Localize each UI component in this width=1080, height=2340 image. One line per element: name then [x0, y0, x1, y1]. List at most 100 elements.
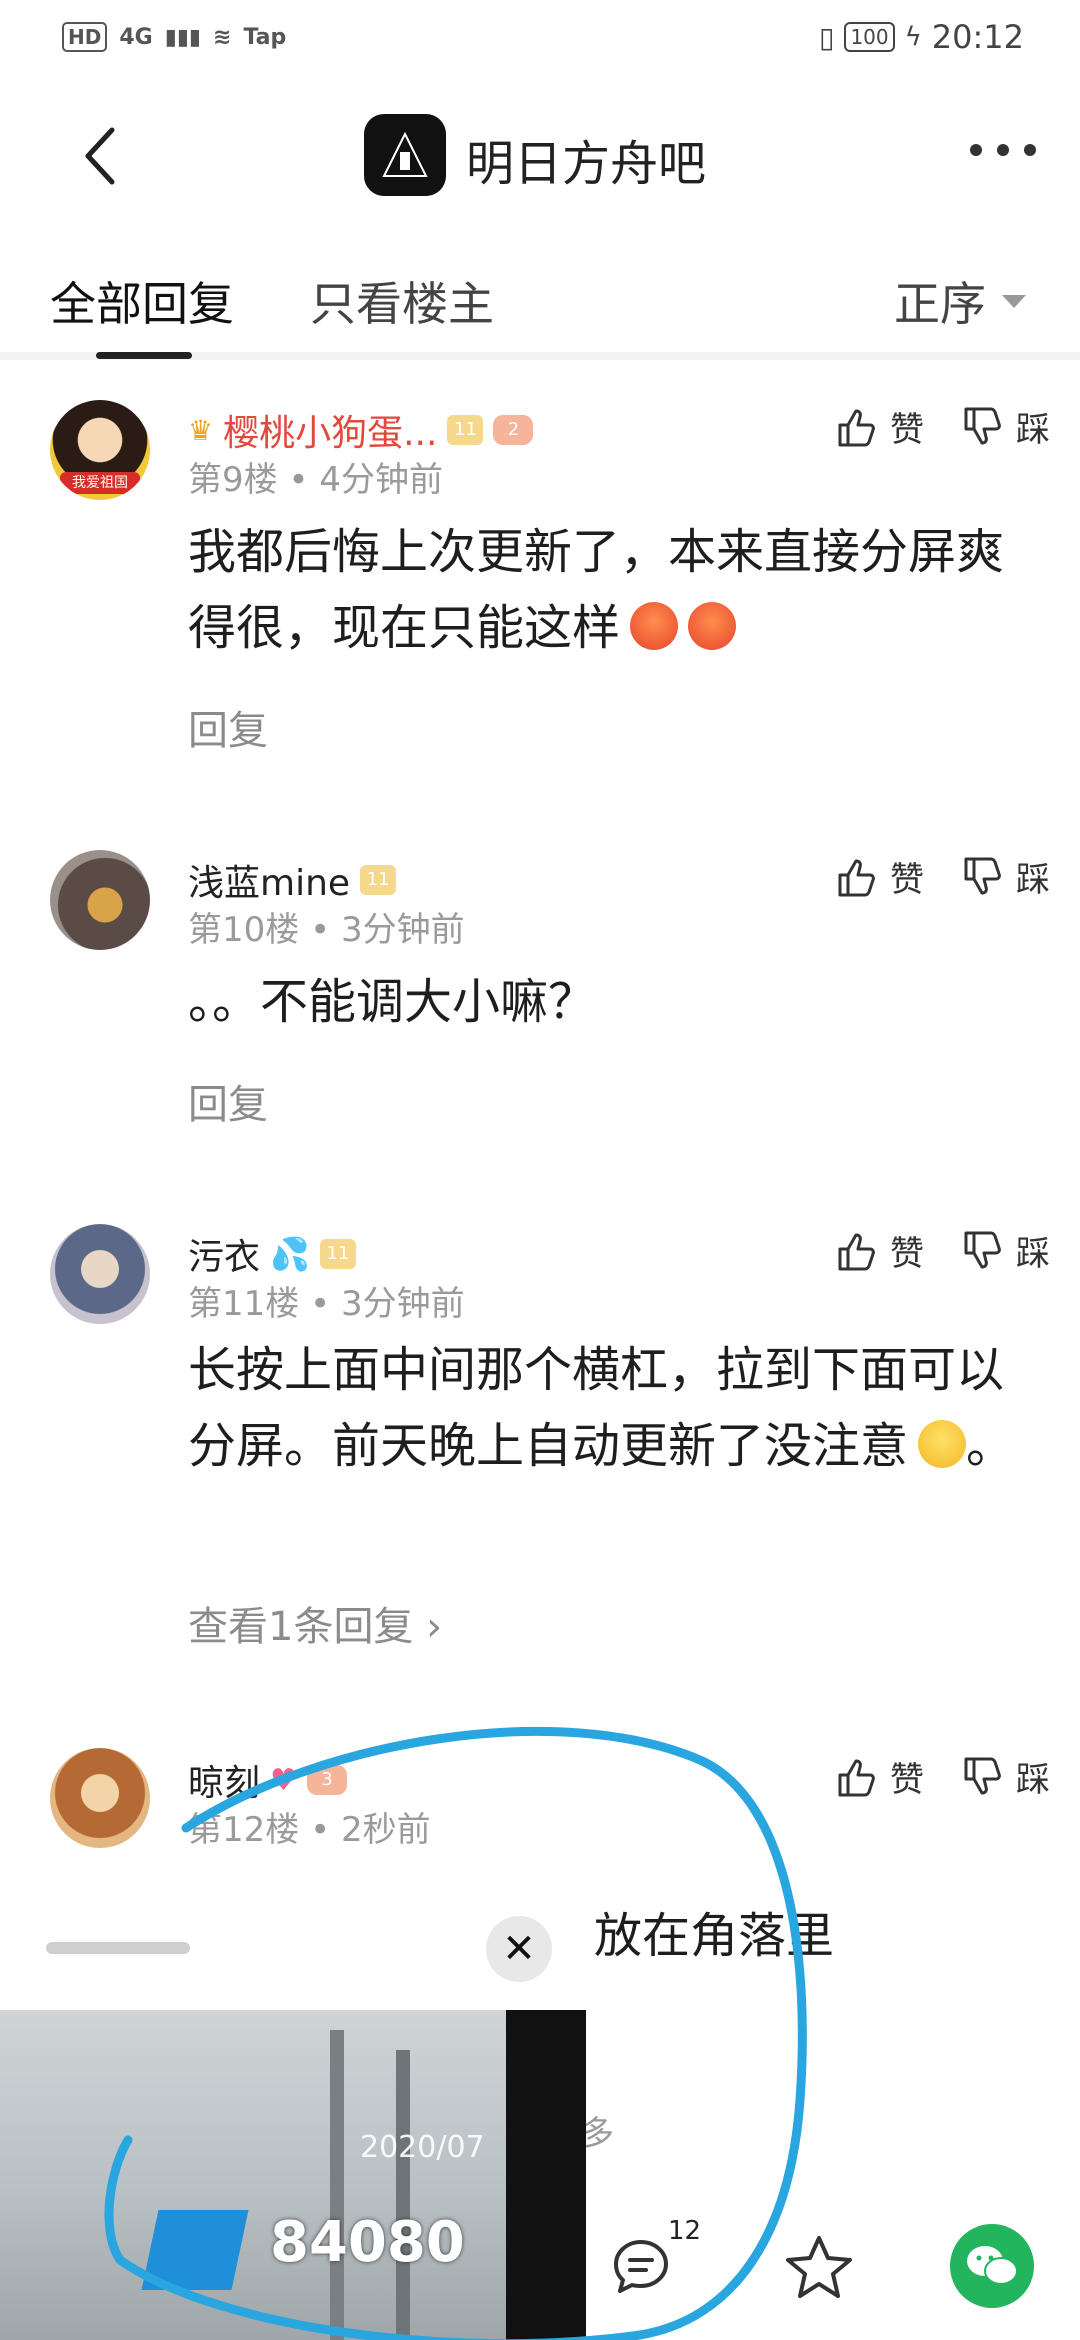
floor-number: 第9楼	[188, 460, 278, 500]
thumbs-down-icon	[964, 1757, 1001, 1794]
rank-badge: 2	[493, 415, 534, 445]
comment-text: 长按上面中间那个横杠，拉到下面可以分屏。前天晚上自动更新了没注意	[188, 1342, 1005, 1474]
post-time: 3分钟前	[340, 1284, 465, 1324]
like-label: 赞	[890, 410, 924, 450]
video-score-text: 84080	[270, 2210, 465, 2275]
angry-emoji-icon	[688, 602, 737, 650]
floor-number: 第11楼	[188, 1284, 300, 1324]
username[interactable]: 污衣	[188, 1228, 260, 1280]
wechat-icon	[967, 2246, 1018, 2285]
reply-link[interactable]: 回复	[188, 698, 268, 756]
sleepy-emoji-icon	[918, 1420, 967, 1468]
tab-all-replies[interactable]: 全部回复	[50, 268, 234, 334]
avatar[interactable]	[50, 1224, 150, 1324]
thumbs-up-icon	[838, 1233, 875, 1270]
thumbs-down-icon	[964, 1231, 1001, 1268]
game-unit-icon	[141, 2210, 249, 2290]
level-badge: 11	[447, 415, 484, 445]
top-nav: 明日方舟吧	[0, 80, 1080, 230]
avatar[interactable]	[50, 850, 150, 950]
forum-title[interactable]: 明日方舟吧	[466, 124, 706, 194]
sweat-drops-icon: 💦	[270, 1235, 310, 1273]
like-button[interactable]: 赞	[834, 1226, 924, 1275]
like-label: 赞	[890, 1234, 924, 1274]
more-options-icon[interactable]	[970, 144, 1036, 158]
tap-indicator: Tap	[243, 24, 287, 50]
like-button[interactable]: 赞	[834, 402, 924, 451]
dislike-label: 踩	[1016, 1760, 1050, 1800]
dislike-button[interactable]: 踩	[960, 852, 1050, 901]
username[interactable]: 晾刻	[188, 1754, 260, 1806]
comment-text: 。。不能调大小嘛？	[188, 974, 597, 1030]
hd-indicator: HD	[62, 22, 108, 52]
thumbs-down-icon	[964, 407, 1001, 444]
sort-dropdown[interactable]: 正序	[894, 268, 1026, 334]
username[interactable]: 浅蓝mine	[188, 854, 350, 906]
comment-icon[interactable]	[610, 2236, 672, 2298]
arknights-logo-icon	[382, 131, 428, 177]
level-badge: 11	[360, 865, 397, 895]
post-time: 4分钟前	[319, 460, 443, 500]
reply-link[interactable]: 回复	[188, 1072, 268, 1130]
avatar-caption: 我爱祖国	[60, 472, 140, 494]
dislike-button[interactable]: 踩	[960, 1226, 1050, 1275]
comment-text-tail: 。	[966, 1418, 1015, 1474]
dislike-button[interactable]: 踩	[960, 1752, 1050, 1801]
comment-text-partial: 放在角落里	[594, 1908, 835, 1964]
comment-floor-9: 我爱祖国 ♛ 樱桃小狗蛋... 11 2 第9楼 • 4分钟前 赞 踩 我都后悔…	[0, 396, 1080, 776]
close-button[interactable]: ✕	[486, 1916, 552, 1982]
thumbs-up-icon	[838, 859, 875, 896]
floor-number: 第10楼	[188, 910, 300, 950]
dislike-label: 踩	[1016, 1234, 1050, 1274]
wifi-icon: ≋	[213, 24, 232, 50]
post-time: 3分钟前	[340, 910, 465, 950]
hearts-icon: ♥	[270, 1762, 297, 1798]
view-replies-link[interactable]: 查看1条回复 ›	[188, 1594, 442, 1652]
avatar[interactable]: 我爱祖国	[50, 400, 150, 500]
clock: 20:12	[931, 18, 1024, 56]
post-time: 2秒前	[340, 1810, 431, 1850]
reply-tabs: 全部回复 只看楼主 正序	[0, 250, 1080, 360]
vibrate-icon: ▯	[819, 20, 835, 54]
battery-icon: 100	[844, 22, 895, 52]
forum-avatar[interactable]	[364, 114, 446, 196]
tab-op-only[interactable]: 只看楼主	[310, 268, 494, 334]
thumbs-down-icon	[964, 857, 1001, 894]
dislike-label: 踩	[1016, 410, 1050, 450]
network-indicator: 4G	[119, 24, 153, 50]
wechat-share-button[interactable]	[950, 2224, 1034, 2308]
status-bar: HD 4G ▮▮▮ ≋ Tap ▯ 100 ϟ 20:12	[0, 0, 1080, 80]
rank-badge: 3	[306, 1765, 347, 1795]
drag-handle[interactable]	[46, 1942, 190, 1954]
like-button[interactable]: 赞	[834, 1752, 924, 1801]
pillar-right	[396, 2050, 410, 2340]
active-tab-indicator	[96, 352, 192, 359]
comment-text: 我都后悔上次更新了，本来直接分屏爽得很，现在只能这样	[188, 524, 1005, 656]
like-button[interactable]: 赞	[834, 852, 924, 901]
comment-floor-11: 污衣 💦 11 第11楼 • 3分钟前 赞 踩 长按上面中间那个横杠，拉到下面可…	[0, 1220, 1080, 1680]
level-badge: 11	[319, 1239, 356, 1269]
like-label: 赞	[890, 860, 924, 900]
avatar[interactable]	[50, 1748, 150, 1848]
sort-label: 正序	[894, 277, 986, 331]
username[interactable]: 樱桃小狗蛋...	[223, 404, 437, 456]
caret-down-icon	[1002, 294, 1026, 308]
comment-floor-10: 浅蓝mine 11 第10楼 • 3分钟前 赞 踩 。。不能调大小嘛？ 回复	[0, 846, 1080, 1146]
floating-video-window[interactable]: ✕ 2020/07 84080	[0, 1900, 590, 2340]
pillar-left	[330, 2030, 344, 2340]
video-dark-edge	[506, 2010, 586, 2340]
thumbs-up-icon	[838, 409, 875, 446]
video-date-text: 2020/07	[360, 2130, 485, 2165]
dislike-label: 踩	[1016, 860, 1050, 900]
back-arrow-icon[interactable]	[80, 124, 120, 188]
angry-emoji-icon	[630, 602, 679, 650]
favorite-star-icon[interactable]	[784, 2232, 854, 2302]
thumbs-up-icon	[838, 1759, 875, 1796]
signal-icon: ▮▮▮	[164, 24, 202, 50]
crown-icon: ♛	[188, 413, 214, 447]
view-replies-label: 查看1条回复	[188, 1604, 414, 1650]
dislike-button[interactable]: 踩	[960, 402, 1050, 451]
chevron-right-icon: ›	[426, 1604, 443, 1650]
like-label: 赞	[890, 1760, 924, 1800]
video-frame[interactable]: 2020/07 84080	[0, 2010, 586, 2340]
